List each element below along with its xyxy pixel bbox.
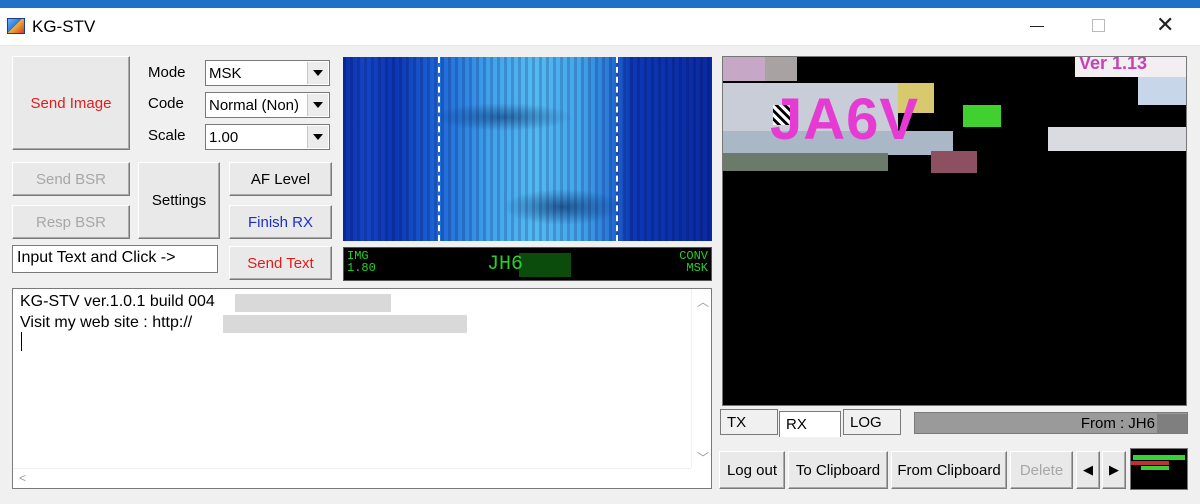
mode-select[interactable]: MSK [205,60,330,86]
log-out-button[interactable]: Log out [719,451,785,489]
redacted-block [223,315,467,333]
scale-label: Scale [148,127,186,144]
image-fragment [931,151,977,173]
next-icon[interactable]: ▶ [1102,451,1126,489]
window-title: KG-STV [32,17,96,36]
resp-bsr-button[interactable]: Resp BSR [12,205,130,239]
image-fragment [1138,77,1186,105]
image-fragment [963,105,1001,127]
send-bsr-button[interactable]: Send BSR [12,162,130,196]
vertical-scrollbar[interactable]: ︿ ﹀ [691,289,711,468]
tab-rx[interactable]: RX [779,411,841,437]
delete-button[interactable]: Delete [1010,451,1073,489]
prev-icon[interactable]: ◀ [1076,451,1100,489]
code-value: Normal (Non) [209,97,300,114]
mode-value: MSK [209,65,242,82]
scale-select[interactable]: 1.00 [205,124,330,150]
chevron-down-icon[interactable] [307,62,328,84]
waterfall-display[interactable] [343,57,712,241]
code-select[interactable]: Normal (Non) [205,92,330,118]
waterfall-marker-right [616,57,618,241]
af-level-button[interactable]: AF Level [229,162,332,196]
img-indicator: IMG 1.80 [347,250,376,274]
signal-bar [519,253,571,277]
scroll-up-icon[interactable]: ︿ [697,293,709,310]
image-fragment [1131,461,1169,465]
waterfall-marker-left [438,57,440,241]
image-fragment [1141,466,1169,470]
maximize-icon[interactable] [1092,19,1105,32]
close-icon[interactable]: ✕ [1156,14,1174,36]
from-clipboard-button[interactable]: From Clipboard [891,451,1007,489]
image-fragment [1133,455,1185,460]
log-textarea[interactable]: KG-STV ver.1.0.1 build 004 Visit my web … [12,288,712,489]
from-field: From : JH6 [914,412,1188,434]
scroll-down-icon[interactable]: ﹀ [697,449,709,466]
text-caret [21,332,22,351]
callsign-display: JH6 [487,253,524,276]
conv-mode: MSK [686,261,708,275]
scale-value: 1.00 [209,129,239,146]
image-fragment [723,57,765,81]
desktop-strip [0,0,1200,8]
text-input[interactable]: Input Text and Click -> [12,245,218,273]
scroll-left-icon[interactable]: < [19,471,26,485]
image-fragment [765,57,797,81]
mode-label: Mode [148,64,186,81]
conv-indicator: CONV MSK [679,250,708,274]
horizontal-scrollbar[interactable]: < [13,468,691,488]
image-fragment [723,153,888,171]
img-value: 1.80 [347,261,376,275]
log-line-2: Visit my web site : http:// [20,314,193,331]
image-thumbnail[interactable] [1130,448,1188,490]
code-label: Code [148,95,184,112]
send-image-button[interactable]: Send Image [12,56,130,150]
minimize-icon[interactable] [1030,26,1044,27]
title-bar[interactable] [0,8,1200,46]
image-fragment [1048,127,1186,151]
from-text: From : JH6 [1080,415,1155,432]
app-icon [7,18,25,34]
redacted-block [1157,414,1187,433]
status-panel: IMG 1.80 JH6 CONV MSK [343,247,712,281]
rx-image-panel: Ver 1.13 JA6V [722,56,1187,406]
send-text-button[interactable]: Send Text [229,246,332,280]
finish-rx-button[interactable]: Finish RX [229,205,332,239]
rx-version-overlay: Ver 1.13 [1079,56,1148,73]
redacted-block [235,294,391,312]
rx-callsign-overlay: JA6V [770,87,920,152]
settings-button[interactable]: Settings [138,162,220,239]
tab-log[interactable]: LOG [843,409,901,435]
to-clipboard-button[interactable]: To Clipboard [788,451,888,489]
tab-tx[interactable]: TX [720,409,778,435]
log-line-1: KG-STV ver.1.0.1 build 004 [20,293,215,310]
chevron-down-icon[interactable] [307,94,328,116]
chevron-down-icon[interactable] [307,126,328,148]
